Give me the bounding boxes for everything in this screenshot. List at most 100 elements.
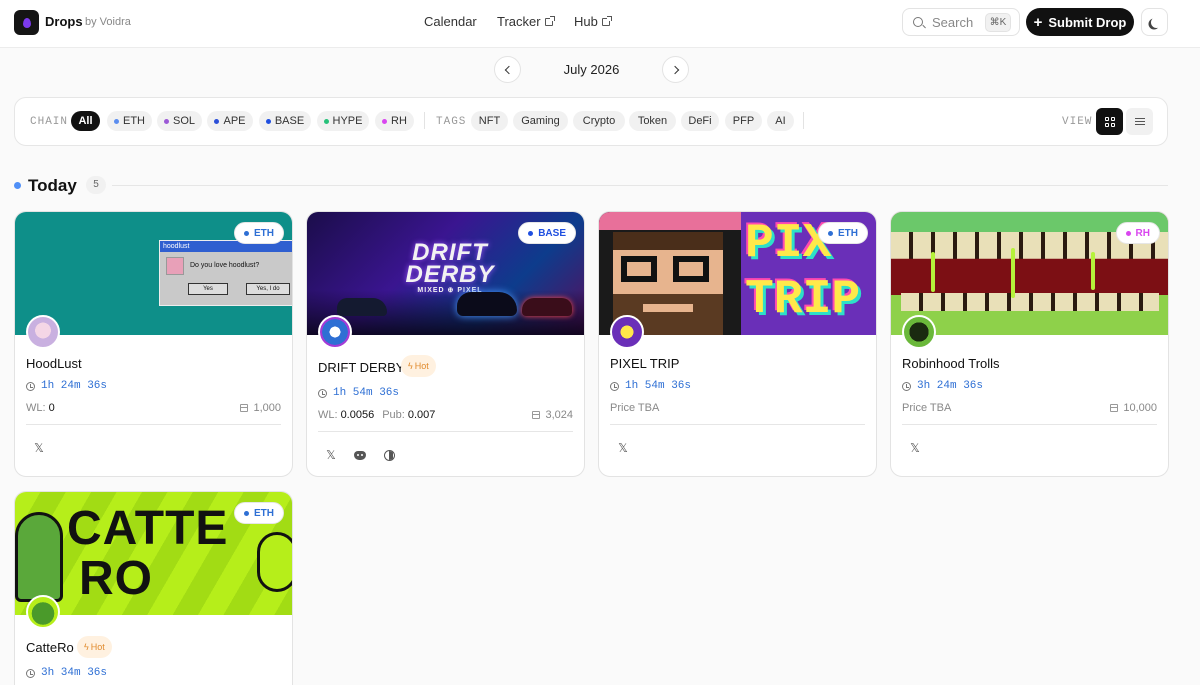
prev-month-button[interactable] [494,56,521,83]
pill-label: HYPE [332,115,363,127]
plus-icon: + [1033,13,1043,31]
x-icon[interactable]: 𝕏 [323,447,339,463]
ape-dot-icon [214,118,220,124]
project-name[interactable]: PIXEL TRIP [610,356,679,371]
drop-card-catte-ro[interactable]: CATTE RO ETH CatteRo ϟ Hot 3h 34m 36s [14,491,293,685]
x-icon[interactable]: 𝕏 [31,440,47,456]
project-name[interactable]: HoodLust [26,356,82,371]
frog-cat-image [15,512,63,602]
search-button[interactable]: Search ⌘K [902,8,1020,36]
next-month-button[interactable] [662,56,689,83]
nav-tracker[interactable]: Tracker [497,14,555,29]
tag-filter-ai[interactable]: AI [767,111,794,131]
tag-filter-crypto[interactable]: Crypto [573,111,625,131]
dialog-question: Do you love hoodlust? [190,262,260,269]
card-divider [318,431,573,432]
nav-label: Calendar [424,14,477,29]
project-name[interactable]: CatteRo [26,640,74,655]
clock-icon [902,381,911,391]
website-icon[interactable] [381,447,397,463]
chain-filter-rh[interactable]: RH [375,111,414,131]
countdown-value: 3h 24m 36s [917,380,984,392]
project-name[interactable]: DRIFT DERBY [318,360,404,375]
clock-icon [26,381,35,391]
grid-view-button[interactable] [1096,108,1123,135]
chain-filter-sol[interactable]: SOL [157,111,202,131]
divider [803,112,804,129]
supply-value: 1,000 [253,402,281,414]
drops-logo[interactable] [14,10,39,35]
drop-card-robinhood-trolls[interactable]: RH Robinhood Trolls 3h 24m 36s Price TBA… [890,211,1169,477]
chain-filter-hype[interactable]: HYPE [317,111,369,131]
hot-badge: ϟ Hot [401,355,436,377]
chain-filter-eth[interactable]: ETH [107,111,152,131]
chain-filter-ape[interactable]: APE [207,111,253,131]
pill-label: DeFi [688,115,712,127]
base-dot-icon [265,118,271,124]
card-divider [610,424,865,425]
external-link-icon [601,15,612,26]
drop-icon [22,17,31,28]
drop-card-drift-derby[interactable]: DRIFT DERBY MIXED ⊕ PIXEL BASE DRIFT DER… [306,211,585,477]
tag-filter-nft[interactable]: NFT [471,111,508,131]
chain-badge: ETH [234,222,284,244]
supply-value: 10,000 [1123,402,1157,414]
chain-dot-icon [828,230,833,236]
price-row: Price TBA 10,000 [902,402,1157,414]
chain-dot-icon [244,510,249,516]
banner-line-1: CATTE [67,502,229,555]
drop-card-hoodlust[interactable]: hoodlust Do you love hoodlust? Yes Yes, … [14,211,293,477]
external-link-icon [544,15,555,26]
view-label: VIEW [1062,116,1093,128]
pill-label: Token [637,115,668,127]
clock-icon [610,381,619,391]
card-divider [902,424,1157,425]
nav-calendar[interactable]: Calendar [424,14,477,29]
brand-name[interactable]: Drops [45,14,83,29]
wl-price: 0.0056 [340,409,375,421]
price-row: WL: 0 1,000 [26,402,281,414]
submit-drop-button[interactable]: + Submit Drop [1026,8,1134,36]
pill-label: SOL [172,115,195,127]
discord-icon[interactable] [352,447,368,463]
x-icon[interactable]: 𝕏 [907,440,923,456]
chain-badge: ETH [818,222,868,244]
supply-icon [532,411,541,419]
car-image [337,298,387,316]
project-name[interactable]: Robinhood Trolls [902,356,1000,371]
project-avatar [610,315,644,349]
countdown-timer: 1h 54m 36s [610,380,691,392]
wl-price: 0 [48,402,55,414]
countdown-value: 1h 24m 36s [41,380,108,392]
supply-icon [1110,404,1119,412]
chevron-right-icon [670,65,679,74]
pill-label: PFP [732,115,755,127]
x-icon[interactable]: 𝕏 [615,440,631,456]
banner-logo: DRIFT DERBY MIXED ⊕ PIXEL [385,241,515,296]
tag-filter-pfp[interactable]: PFP [725,111,762,131]
clock-icon [26,668,35,678]
chain-label: ETH [254,507,274,519]
theme-toggle-button[interactable] [1141,8,1168,36]
dialog-yes-i-do: Yes, I do [246,283,290,295]
hot-label: Hot [90,642,105,652]
countdown-timer: 1h 24m 36s [26,380,107,392]
drop-card-pixel-trip[interactable]: PIX TRIP ETH PIXEL TRIP 1h 54m 36s Price… [598,211,877,477]
list-view-button[interactable] [1126,108,1153,135]
chain-filter-base[interactable]: BASE [259,111,311,131]
nav-hub[interactable]: Hub [574,14,612,29]
tags-filter-label: TAGS [436,116,467,128]
nav-label: Tracker [497,14,541,29]
teeth-bottom-image [901,293,1159,311]
countdown-timer: 3h 24m 36s [902,380,983,392]
banner-line-2: RO [79,552,153,605]
pub-price: 0.007 [407,409,436,421]
tag-filter-token[interactable]: Token [629,111,676,131]
countdown-timer: 3h 34m 36s [26,667,107,679]
tag-filter-gaming[interactable]: Gaming [513,111,568,131]
countdown-value: 3h 34m 36s [41,667,108,679]
search-placeholder: Search [932,15,974,30]
tag-filter-defi[interactable]: DeFi [681,111,719,131]
car-image [522,298,572,316]
chain-filter-all[interactable]: All [71,111,100,131]
